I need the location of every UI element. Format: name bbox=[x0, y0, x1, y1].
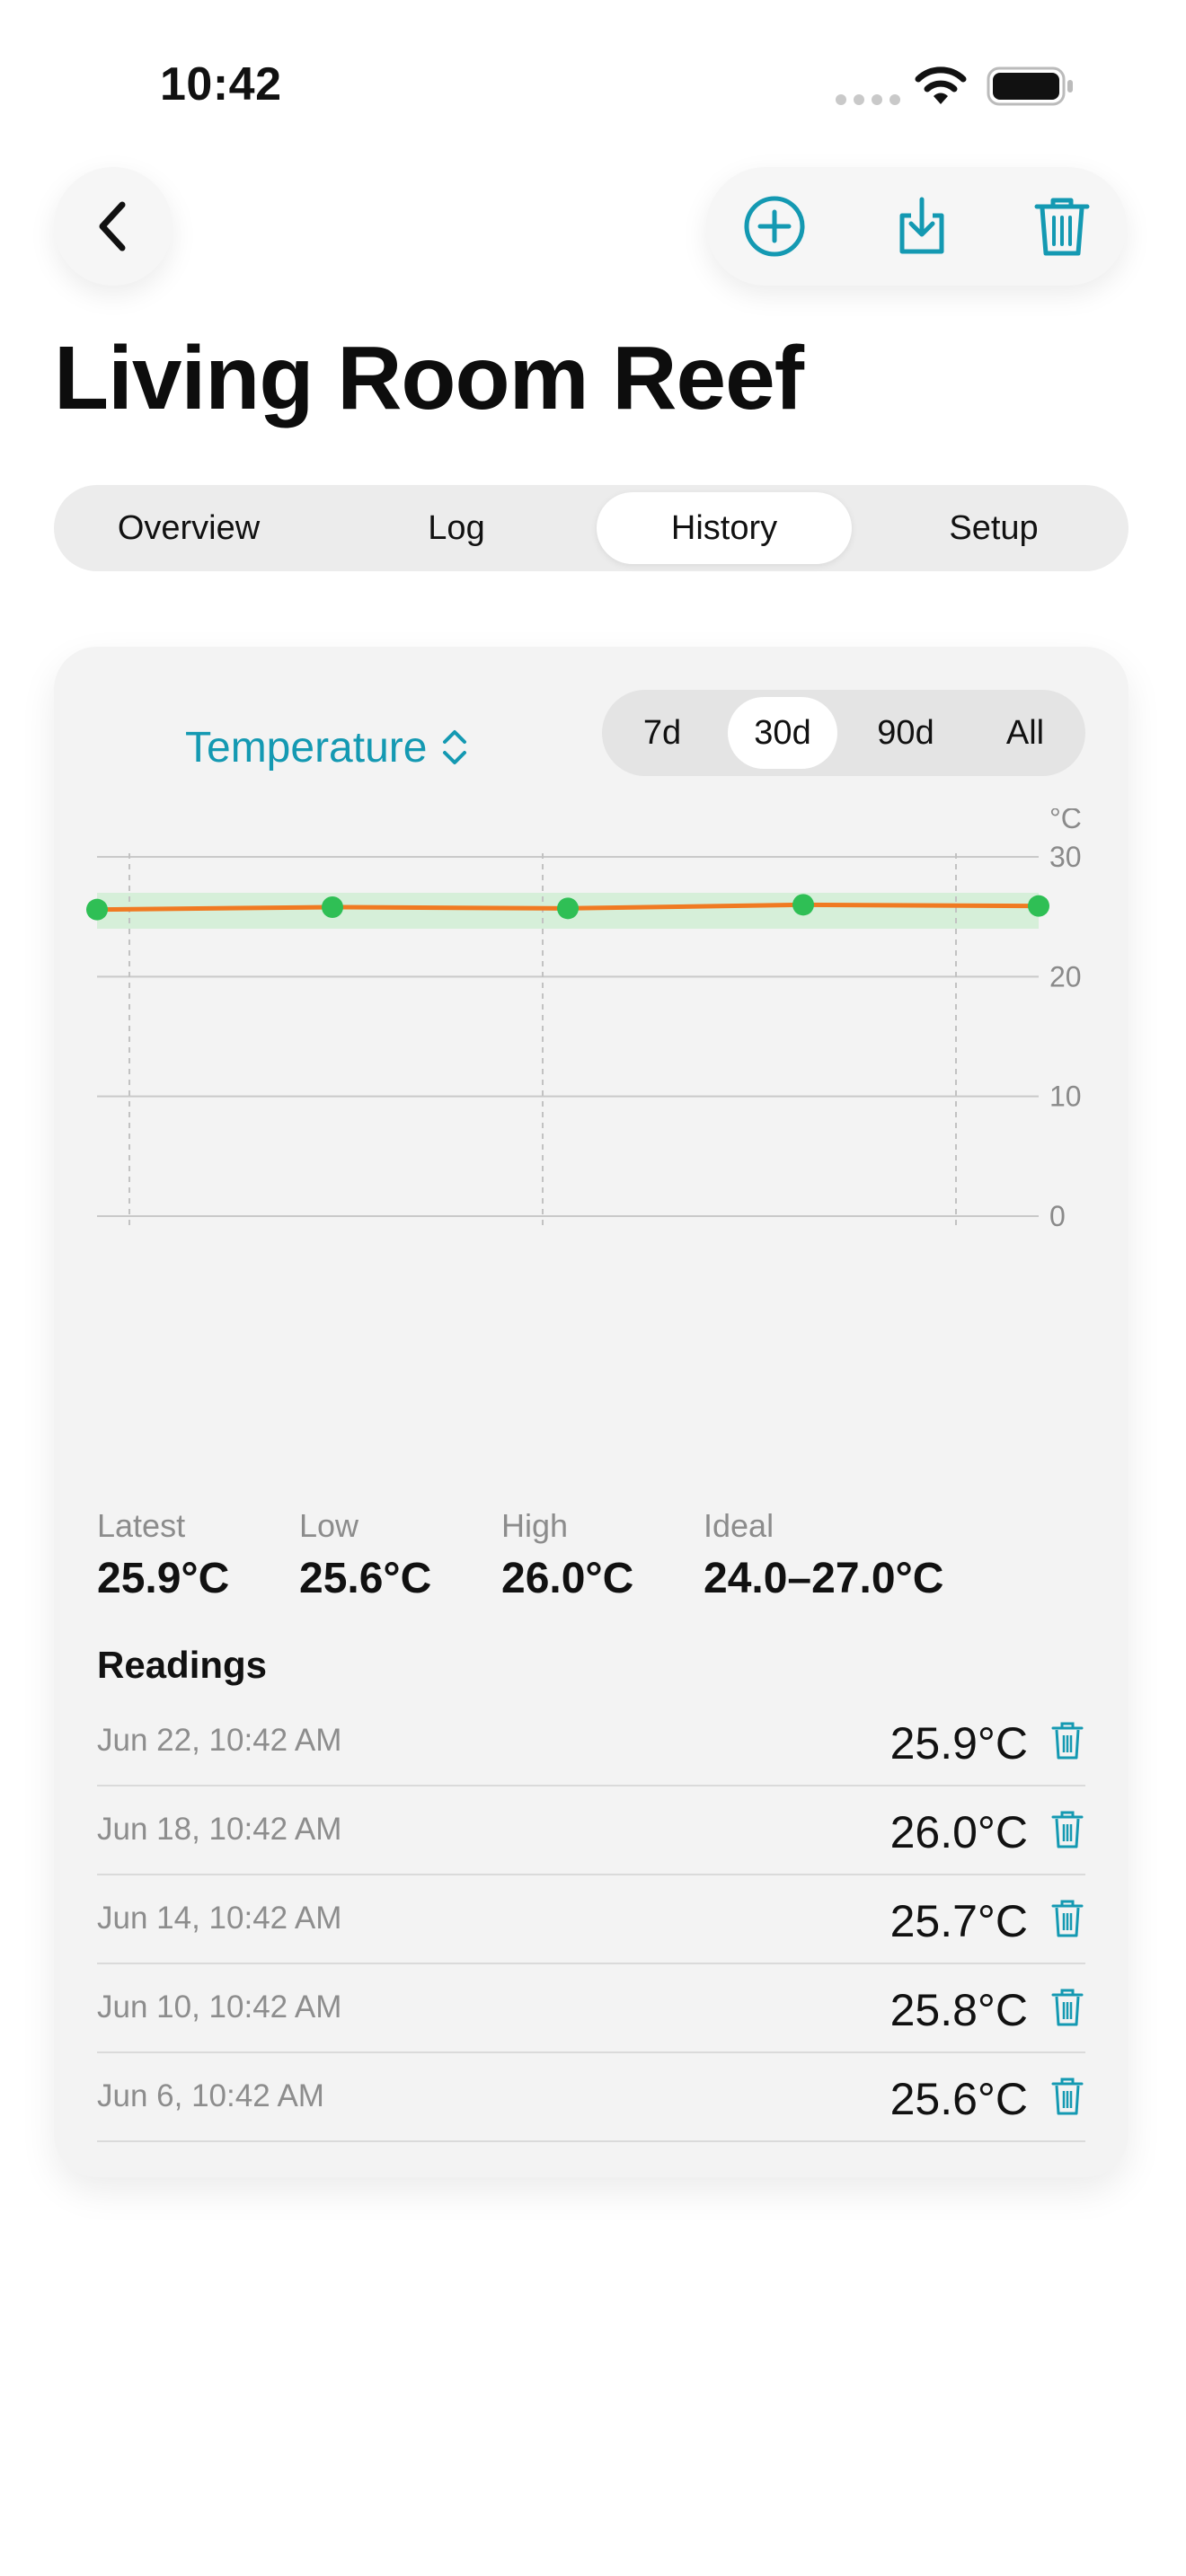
reading-date: Jun 14, 10:42 AM bbox=[97, 1901, 342, 1936]
stat-value: 25.6°C bbox=[299, 1555, 432, 1602]
stat-ideal: Ideal 24.0–27.0°C bbox=[704, 1507, 943, 1603]
x-tick-label: Jun 14 bbox=[553, 1230, 640, 1231]
section-tabs: Overview Log History Setup bbox=[54, 485, 1128, 571]
header-actions bbox=[706, 167, 1127, 286]
metric-selector[interactable]: Temperature bbox=[185, 701, 470, 794]
tab-log[interactable]: Log bbox=[329, 492, 584, 564]
reading-date: Jun 6, 10:42 AM bbox=[97, 2078, 324, 2113]
y-tick-label: 20 bbox=[1049, 960, 1082, 992]
reading-value: 25.9°C bbox=[890, 1718, 1028, 1769]
readings-title: Readings bbox=[97, 1644, 268, 1686]
stat-latest: Latest 25.9°C bbox=[97, 1507, 229, 1603]
export-button[interactable] bbox=[879, 183, 965, 269]
y-tick-label: 30 bbox=[1049, 841, 1082, 873]
stat-low: Low 25.6°C bbox=[299, 1507, 431, 1603]
wifi-icon bbox=[915, 66, 967, 104]
range-30d[interactable]: 30d bbox=[728, 697, 837, 769]
list-item: Jun 14, 10:42 AM 25.7°C bbox=[97, 1875, 1085, 1964]
list-item: Jun 6, 10:42 AM 25.6°C bbox=[97, 2053, 1085, 2142]
back-button[interactable] bbox=[54, 167, 173, 286]
data-point bbox=[1028, 895, 1049, 917]
x-tick-label: Jun 7 bbox=[140, 1230, 210, 1231]
data-point bbox=[557, 897, 579, 920]
stat-value: 25.9°C bbox=[97, 1555, 230, 1602]
trash-icon[interactable] bbox=[1049, 1988, 1085, 2027]
metric-label: Temperature bbox=[185, 723, 428, 772]
stat-label: Latest bbox=[97, 1507, 186, 1544]
download-icon bbox=[899, 197, 944, 254]
range-selector: 7d 30d 90d All bbox=[602, 690, 1085, 776]
tab-setup[interactable]: Setup bbox=[866, 492, 1121, 564]
signal-icon bbox=[836, 93, 907, 106]
tab-history[interactable]: History bbox=[597, 492, 852, 564]
range-90d[interactable]: 90d bbox=[848, 697, 963, 769]
data-point bbox=[792, 894, 814, 916]
data-point bbox=[322, 896, 343, 918]
y-tick-label: 0 bbox=[1049, 1200, 1066, 1231]
chevron-up-down-icon bbox=[443, 730, 467, 764]
reading-date: Jun 10, 10:42 AM bbox=[97, 1989, 342, 2025]
tab-overview[interactable]: Overview bbox=[61, 492, 316, 564]
trash-icon bbox=[1034, 198, 1090, 256]
trash-icon[interactable] bbox=[1049, 2077, 1085, 2116]
status-time: 10:42 bbox=[160, 58, 282, 110]
reading-date: Jun 18, 10:42 AM bbox=[97, 1812, 342, 1847]
trash-icon[interactable] bbox=[1049, 1810, 1085, 1849]
battery-icon bbox=[987, 66, 1073, 106]
data-point bbox=[86, 898, 108, 921]
trash-icon[interactable] bbox=[1049, 1721, 1085, 1760]
reading-value: 26.0°C bbox=[890, 1807, 1028, 1857]
y-tick-label: 10 bbox=[1049, 1081, 1082, 1113]
chevron-left-icon bbox=[99, 201, 126, 251]
page-title: Living Room Reef bbox=[54, 328, 804, 428]
stat-label: Ideal bbox=[704, 1507, 774, 1544]
reading-date: Jun 22, 10:42 AM bbox=[97, 1723, 342, 1758]
plus-circle-icon bbox=[744, 196, 805, 257]
readings-list: Jun 22, 10:42 AM 25.9°C Jun 18, 10:42 AM… bbox=[97, 1698, 1085, 2142]
stat-value: 24.0–27.0°C bbox=[704, 1555, 944, 1602]
stat-label: Low bbox=[299, 1507, 359, 1544]
delete-button[interactable] bbox=[1019, 183, 1105, 269]
trash-icon[interactable] bbox=[1049, 1899, 1085, 1938]
range-all[interactable]: All bbox=[972, 697, 1078, 769]
list-item: Jun 10, 10:42 AM 25.8°C bbox=[97, 1964, 1085, 2053]
range-7d[interactable]: 7d bbox=[609, 697, 715, 769]
temperature-chart: 0 10 20 30 °C Jun 7 Jun 14 Ju... bbox=[86, 808, 1082, 1231]
y-unit-label: °C bbox=[1049, 808, 1082, 834]
stat-high: High 26.0°C bbox=[501, 1507, 633, 1603]
stat-label: High bbox=[501, 1507, 569, 1544]
x-tick-label: Ju... bbox=[967, 1230, 1021, 1231]
reading-value: 25.8°C bbox=[890, 1985, 1028, 2035]
list-item: Jun 22, 10:42 AM 25.9°C bbox=[97, 1698, 1085, 1786]
stats-row: Latest 25.9°C Low 25.6°C High 26.0°C Ide… bbox=[97, 1507, 1103, 1615]
list-item: Jun 18, 10:42 AM 26.0°C bbox=[97, 1786, 1085, 1875]
add-reading-button[interactable] bbox=[731, 183, 818, 269]
stat-value: 26.0°C bbox=[501, 1555, 634, 1602]
reading-value: 25.7°C bbox=[890, 1896, 1028, 1946]
reading-value: 25.6°C bbox=[890, 2074, 1028, 2124]
history-card: Temperature 7d 30d 90d All 0 10 20 30 °C Jun … bbox=[54, 647, 1128, 2177]
